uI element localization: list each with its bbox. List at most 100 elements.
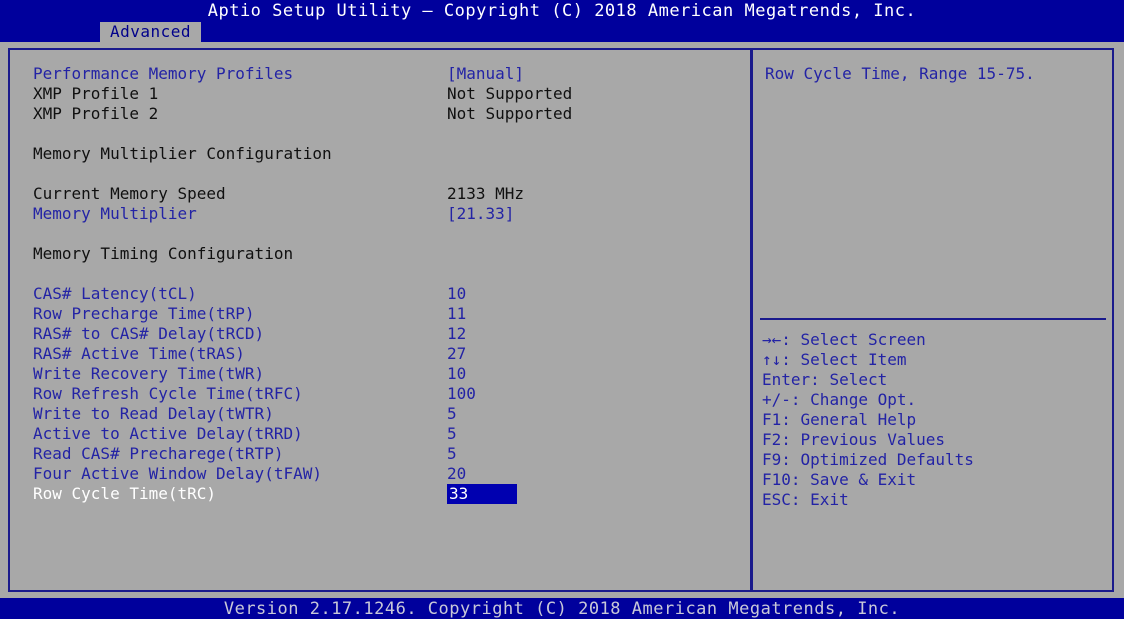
key-legend-row: F1: General Help bbox=[762, 410, 1110, 430]
key-legend-keys: →← bbox=[762, 330, 782, 349]
key-legend-separator: : bbox=[810, 370, 830, 389]
key-legend-keys: F9 bbox=[762, 450, 782, 469]
body-area: Performance Memory Profiles [Manual] XMP P… bbox=[0, 42, 1124, 598]
option-row[interactable]: Performance Memory Profiles [Manual] bbox=[10, 64, 748, 84]
option-value[interactable]: 12 bbox=[447, 324, 466, 344]
key-legend-row: ↑↓: Select Item bbox=[762, 350, 1110, 370]
option-label: Write to Read Delay(tWTR) bbox=[33, 404, 274, 423]
key-legend-row: +/-: Change Opt. bbox=[762, 390, 1110, 410]
key-legend-keys: +/- bbox=[762, 390, 791, 409]
option-row[interactable]: XMP Profile 2 Not Supported bbox=[10, 104, 748, 124]
option-row[interactable]: Memory Timing Configuration bbox=[10, 244, 748, 264]
tab-advanced[interactable]: Advanced bbox=[100, 22, 202, 42]
option-row[interactable]: Memory Multiplier Configuration bbox=[10, 144, 748, 164]
option-value[interactable]: 20 bbox=[447, 464, 466, 484]
option-row[interactable]: Memory Multiplier [21.33] bbox=[10, 204, 748, 224]
key-legend-separator: : bbox=[790, 470, 811, 489]
option-value[interactable]: 5 bbox=[447, 424, 457, 444]
option-row[interactable]: Read CAS# Precharege(tRTP) 5 bbox=[10, 444, 748, 464]
panel-divider bbox=[750, 50, 753, 590]
title-bar: Aptio Setup Utility – Copyright (C) 2018… bbox=[0, 0, 1124, 22]
option-label: Four Active Window Delay(tFAW) bbox=[33, 464, 322, 483]
option-label: Row Refresh Cycle Time(tRFC) bbox=[33, 384, 303, 403]
key-legend-action: General Help bbox=[800, 410, 917, 429]
option-label: Memory Multiplier bbox=[33, 204, 197, 223]
content-panel: Performance Memory Profiles [Manual] XMP P… bbox=[8, 48, 1114, 592]
option-row[interactable]: Row Precharge Time(tRP) 11 bbox=[10, 304, 748, 324]
key-legend-row: Enter: Select bbox=[762, 370, 1110, 390]
key-legend-keys: F2 bbox=[762, 430, 782, 449]
bios-setup-screen: Aptio Setup Utility – Copyright (C) 2018… bbox=[0, 0, 1124, 619]
key-legend-row: F2: Previous Values bbox=[762, 430, 1110, 450]
key-legend-keys: F1 bbox=[762, 410, 782, 429]
option-value[interactable]: 5 bbox=[447, 444, 457, 464]
option-row[interactable]: RAS# Active Time(tRAS) 27 bbox=[10, 344, 748, 364]
option-row[interactable]: Row Refresh Cycle Time(tRFC) 100 bbox=[10, 384, 748, 404]
key-legend-action: Save & Exit bbox=[810, 470, 917, 489]
option-row[interactable]: Current Memory Speed 2133 MHz bbox=[10, 184, 748, 204]
key-legend-separator: : bbox=[790, 490, 811, 509]
key-legend-separator: : bbox=[781, 330, 801, 349]
key-legend-action: Select Screen bbox=[800, 330, 926, 349]
key-legend-action: Previous Values bbox=[800, 430, 946, 449]
key-legend: →←: Select Screen ↑↓: Select Item Enter: S… bbox=[762, 330, 1110, 510]
key-legend-keys: ESC bbox=[762, 490, 791, 509]
option-row[interactable]: Write to Read Delay(tWTR) 5 bbox=[10, 404, 748, 424]
key-legend-action: Optimized Defaults bbox=[800, 450, 974, 469]
option-label: RAS# Active Time(tRAS) bbox=[33, 344, 245, 363]
option-value[interactable]: Not Supported bbox=[447, 104, 572, 124]
option-value[interactable]: 10 bbox=[447, 364, 466, 384]
option-label: XMP Profile 2 bbox=[33, 104, 159, 123]
key-legend-separator: : bbox=[781, 450, 801, 469]
option-value[interactable]: 27 bbox=[447, 344, 466, 364]
option-value-editing[interactable]: 33 bbox=[447, 484, 517, 504]
key-legend-row: ESC: Exit bbox=[762, 490, 1110, 510]
key-legend-separator: : bbox=[781, 430, 801, 449]
option-row-selected[interactable]: Row Cycle Time(tRC) 33 bbox=[10, 484, 748, 504]
option-row[interactable]: Active to Active Delay(tRRD) 5 bbox=[10, 424, 748, 444]
key-legend-row: F10: Save & Exit bbox=[762, 470, 1110, 490]
option-label: Active to Active Delay(tRRD) bbox=[33, 424, 303, 443]
options-list: Performance Memory Profiles [Manual] XMP P… bbox=[10, 50, 748, 590]
help-pane: Row Cycle Time, Range 15-75. →←: Select … bbox=[754, 50, 1112, 590]
option-label: Read CAS# Precharege(tRTP) bbox=[33, 444, 284, 463]
option-row[interactable]: RAS# to CAS# Delay(tRCD) 12 bbox=[10, 324, 748, 344]
key-legend-separator: : bbox=[781, 410, 801, 429]
option-label: Memory Multiplier Configuration bbox=[33, 144, 332, 163]
option-row[interactable]: CAS# Latency(tCL) 10 bbox=[10, 284, 748, 304]
option-value[interactable]: 2133 MHz bbox=[447, 184, 524, 204]
page-title: Aptio Setup Utility – Copyright (C) 2018… bbox=[207, 1, 917, 21]
key-legend-action: Change Opt. bbox=[810, 390, 917, 409]
key-legend-keys: F10 bbox=[762, 470, 791, 489]
option-label: CAS# Latency(tCL) bbox=[33, 284, 197, 303]
option-value[interactable]: 100 bbox=[447, 384, 476, 404]
key-legend-action: Exit bbox=[810, 490, 849, 509]
key-legend-action: Select Item bbox=[800, 350, 907, 369]
option-label: Write Recovery Time(tWR) bbox=[33, 364, 265, 383]
option-row[interactable]: Write Recovery Time(tWR) 10 bbox=[10, 364, 748, 384]
key-legend-keys: ↑↓ bbox=[762, 350, 782, 369]
key-legend-row: F9: Optimized Defaults bbox=[762, 450, 1110, 470]
option-value[interactable]: 5 bbox=[447, 404, 457, 424]
option-label: Row Precharge Time(tRP) bbox=[33, 304, 255, 323]
key-legend-separator: : bbox=[790, 390, 811, 409]
version-text: Version 2.17.1246. Copyright (C) 2018 Am… bbox=[223, 599, 901, 619]
footer-bar: Version 2.17.1246. Copyright (C) 2018 Am… bbox=[0, 598, 1124, 619]
option-value[interactable]: 10 bbox=[447, 284, 466, 304]
option-value[interactable]: Not Supported bbox=[447, 84, 572, 104]
key-legend-separator: : bbox=[781, 350, 801, 369]
key-legend-row: →←: Select Screen bbox=[762, 330, 1110, 350]
option-label: Row Cycle Time(tRC) bbox=[33, 484, 217, 503]
option-label: Performance Memory Profiles bbox=[33, 64, 294, 83]
option-label: XMP Profile 1 bbox=[33, 84, 159, 103]
option-row[interactable]: Four Active Window Delay(tFAW) 20 bbox=[10, 464, 748, 484]
option-value[interactable]: [21.33] bbox=[447, 204, 514, 224]
option-row[interactable]: XMP Profile 1 Not Supported bbox=[10, 84, 748, 104]
option-value[interactable]: 11 bbox=[447, 304, 466, 324]
option-label: Memory Timing Configuration bbox=[33, 244, 294, 263]
key-legend-keys: Enter bbox=[762, 370, 811, 389]
option-value[interactable]: [Manual] bbox=[447, 64, 524, 84]
help-separator bbox=[760, 318, 1106, 320]
help-description: Row Cycle Time, Range 15-75. bbox=[765, 64, 1035, 83]
key-legend-action: Select bbox=[829, 370, 888, 389]
